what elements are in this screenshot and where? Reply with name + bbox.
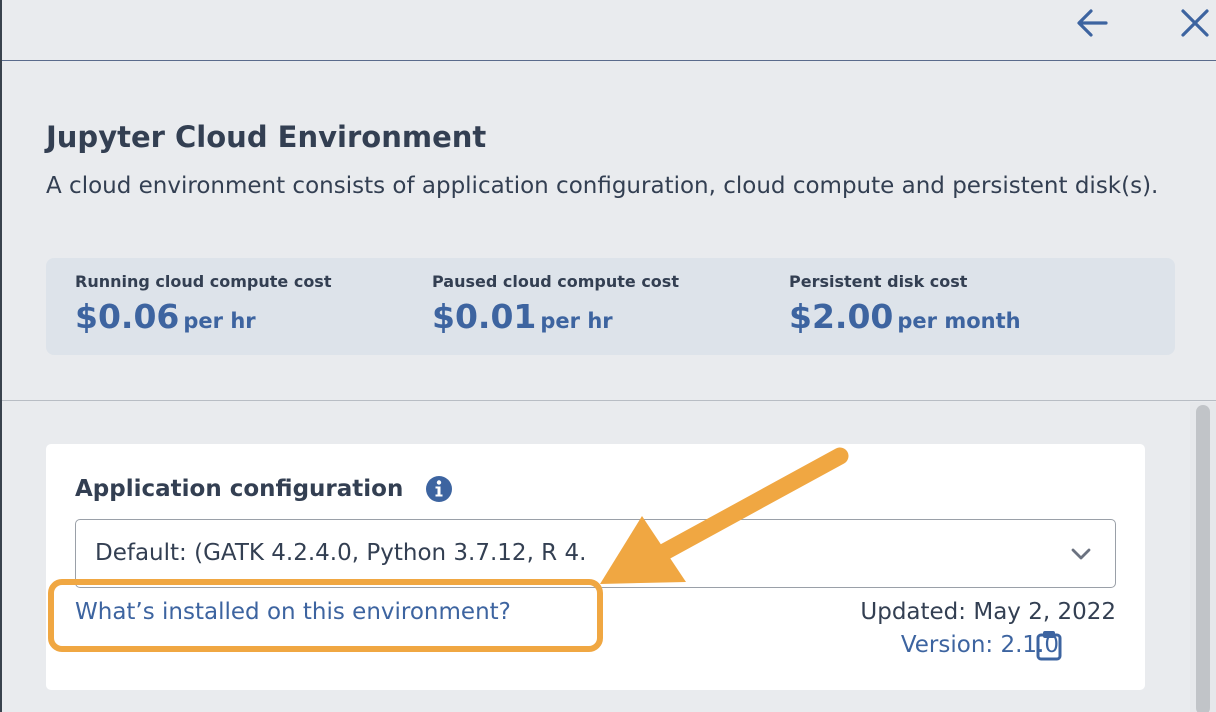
cost-amount: $0.01 (432, 297, 537, 336)
info-icon[interactable] (424, 474, 454, 504)
clipboard-icon[interactable] (1035, 629, 1063, 661)
close-button[interactable] (1172, 0, 1216, 44)
persistent-disk-cost: Persistent disk cost $2.00 per month (789, 272, 1021, 336)
cost-label: Persistent disk cost (789, 272, 968, 291)
application-configuration-title: Application configuration (75, 476, 404, 502)
cost-summary: Running cloud compute cost $0.06 per hr P… (46, 258, 1175, 355)
cost-unit: per hr (540, 309, 613, 333)
application-configuration-select[interactable]: Default: (GATK 4.2.4.0, Python 3.7.12, R… (75, 519, 1116, 588)
chevron-down-icon (1071, 548, 1091, 560)
cost-amount: $0.06 (75, 297, 180, 336)
updated-date: Updated: May 2, 2022 (860, 599, 1116, 625)
panel-header (2, 0, 1216, 61)
section-divider (2, 400, 1216, 401)
running-compute-cost: Running cloud compute cost $0.06 per hr (75, 272, 331, 336)
cost-value: $0.01 per hr (432, 297, 679, 336)
select-value: Default: (GATK 4.2.4.0, Python 3.7.12, R… (95, 540, 587, 566)
close-icon (1181, 9, 1209, 37)
cost-value: $2.00 per month (789, 297, 1021, 336)
cost-value: $0.06 per hr (75, 297, 331, 336)
page-description: A cloud environment consists of applicat… (46, 173, 1159, 199)
paused-compute-cost: Paused cloud compute cost $0.01 per hr (432, 272, 679, 336)
cost-amount: $2.00 (789, 297, 894, 336)
cost-label: Paused cloud compute cost (432, 272, 679, 291)
cost-label: Running cloud compute cost (75, 272, 332, 291)
cost-unit: per hr (183, 309, 256, 333)
application-configuration-card: Application configuration Default: (GATK… (46, 444, 1145, 690)
arrow-left-icon (1077, 9, 1108, 37)
back-button[interactable] (1070, 0, 1114, 44)
cloud-environment-panel: Jupyter Cloud Environment A cloud enviro… (0, 0, 1216, 712)
scrollbar-thumb[interactable] (1196, 405, 1210, 712)
cost-unit: per month (897, 309, 1021, 333)
page-title: Jupyter Cloud Environment (46, 120, 487, 154)
annotation-highlight-box (48, 579, 603, 652)
